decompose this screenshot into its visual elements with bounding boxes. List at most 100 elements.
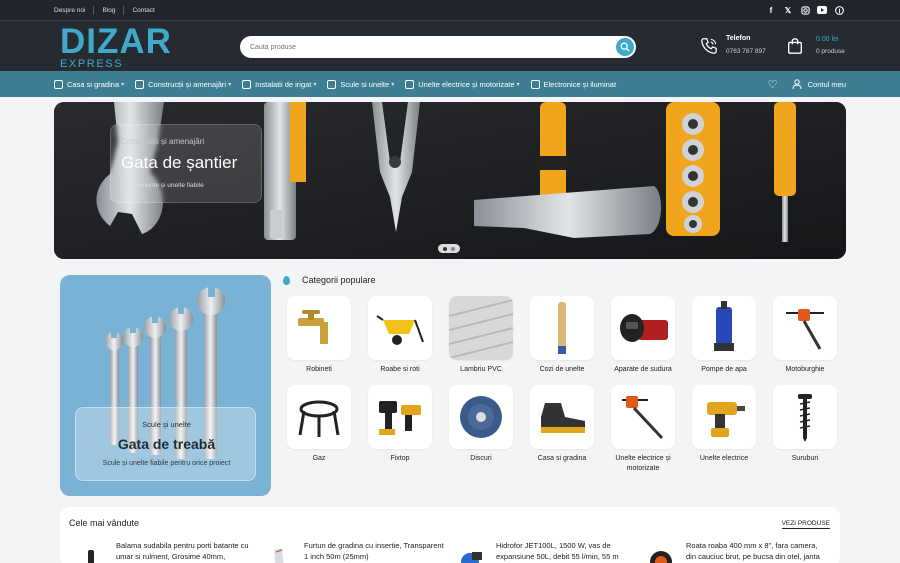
home-icon xyxy=(54,79,63,89)
categories-heading: Categorii populare xyxy=(283,275,376,285)
category-item[interactable]: Unelte electrice xyxy=(692,385,756,464)
screw-icon xyxy=(773,385,837,449)
divider xyxy=(123,6,125,15)
category-item[interactable]: Fixtop xyxy=(368,385,432,464)
bestsellers-title: Cele mai vândute xyxy=(69,518,140,528)
nav-label: Casa si gradina xyxy=(67,79,120,89)
product-title: Balama sudabila pentru porti batante cu … xyxy=(116,541,249,561)
product-image xyxy=(88,550,94,563)
nav-items: Casa si gradina ▾ Construcții și amenajăr… xyxy=(54,71,627,97)
lightbulb-icon xyxy=(405,79,415,89)
see-products-link[interactable]: VEZI PRODUSE xyxy=(781,520,830,529)
product-image xyxy=(274,548,284,563)
hero-kicker: Construcții și amenajări xyxy=(121,137,205,146)
drill-icon xyxy=(692,385,756,449)
slider-dots xyxy=(438,244,460,253)
link-blog[interactable]: Blog xyxy=(102,7,115,14)
search-bar xyxy=(240,36,636,58)
product-image xyxy=(650,551,672,563)
bulb-icon xyxy=(530,79,540,89)
instagram-icon[interactable] xyxy=(800,5,810,15)
link-about[interactable]: Despre noi xyxy=(54,7,85,14)
category-item[interactable]: Lambriu PVC xyxy=(449,296,513,375)
nav-item-casa-gradina[interactable]: Casa si gradina ▾ xyxy=(54,79,124,89)
category-label: Gaz xyxy=(312,455,326,462)
cart-count: 0 produse xyxy=(816,48,845,55)
divider xyxy=(93,6,95,15)
phone-icon xyxy=(701,38,717,54)
flap-disc-icon xyxy=(449,385,513,449)
nav-item-electronice[interactable]: Electronice și iluminat xyxy=(530,79,616,89)
category-item[interactable]: Aparate de sudura xyxy=(611,296,675,375)
hero-slider[interactable]: Construcții și amenajări Gata de șantier… xyxy=(54,102,846,259)
facebook-icon[interactable]: f xyxy=(766,5,776,15)
chevron-down-icon: ▾ xyxy=(516,81,520,88)
search-icon xyxy=(620,42,630,52)
sprinkler-icon xyxy=(242,79,252,89)
promo-caption: Scule și unelte Gata de treabă Scule și … xyxy=(75,407,256,481)
water-drop-icon xyxy=(283,275,290,285)
category-label: Aparate de sudura xyxy=(614,366,672,373)
top-bar: Despre noi Blog Contact f 𝕏 xyxy=(0,0,900,21)
nav-item-irigat[interactable]: Instalatii de irigat ▾ xyxy=(242,79,317,89)
promo-banner[interactable]: Scule și unelte Gata de treabă Scule și … xyxy=(60,275,271,496)
category-label: Pompe de apa xyxy=(701,366,747,373)
pinterest-icon[interactable] xyxy=(834,5,844,15)
gas-burner-icon xyxy=(287,385,351,449)
category-label: Unelte electrice și motorizate xyxy=(615,455,671,472)
category-item[interactable]: Gaz xyxy=(287,385,351,464)
category-label: Motoburghie xyxy=(785,366,825,373)
earth-auger-icon xyxy=(773,296,837,360)
water-pump-icon xyxy=(692,296,756,360)
slider-dot[interactable] xyxy=(443,246,447,251)
category-label: Suruburi xyxy=(791,455,819,462)
promo-kicker: Scule și unelte xyxy=(142,420,191,429)
promo-subtitle: Scule și unelte fiabile pentru orice pro… xyxy=(102,460,231,467)
product-title: Furtun de gradina cu insertie, Transpare… xyxy=(304,541,444,561)
category-item[interactable]: Cozi de unelte xyxy=(530,296,594,375)
category-label: Lambriu PVC xyxy=(460,366,502,373)
account-link[interactable]: Contul meu xyxy=(792,79,846,89)
category-label: Robineti xyxy=(306,366,332,373)
logo-main-text: DIZAR xyxy=(60,22,172,61)
hero-title: Gata de șantier xyxy=(121,153,238,172)
category-item[interactable]: Unelte electrice și motorizate xyxy=(611,385,675,474)
product-title: Roata roaba 400 mm x 8", fara camera, di… xyxy=(686,541,820,561)
nav-right: ♡ Contul meu xyxy=(768,71,846,97)
auger-icon xyxy=(611,385,675,449)
category-item[interactable]: Discuri xyxy=(449,385,513,464)
category-item[interactable]: Casa si gradina xyxy=(530,385,594,464)
chevron-down-icon: ▾ xyxy=(228,81,232,88)
pvc-panel-icon xyxy=(449,296,513,360)
category-item[interactable]: Motoburghie xyxy=(773,296,837,375)
youtube-icon[interactable] xyxy=(817,5,827,15)
logo[interactable]: DIZAR EXPRESS CARGO xyxy=(60,22,175,82)
x-icon[interactable]: 𝕏 xyxy=(783,5,793,15)
wishlist-heart-icon[interactable]: ♡ xyxy=(768,78,778,91)
phone-number: 0763 787 897 xyxy=(726,48,766,55)
search-button[interactable] xyxy=(616,38,634,56)
nav-label: Construcții și amenajări xyxy=(148,79,227,89)
link-contact[interactable]: Contact xyxy=(132,7,154,14)
category-item[interactable]: Suruburi xyxy=(773,385,837,464)
category-item[interactable]: Robineti xyxy=(287,296,351,375)
wheelbarrow-icon xyxy=(368,296,432,360)
nav-item-constructii[interactable]: Construcții și amenajări ▾ xyxy=(135,79,232,89)
nav-label: Instalatii de irigat xyxy=(255,79,312,89)
safety-boot-icon xyxy=(530,385,594,449)
bestsellers-section: Cele mai vândute VEZI PRODUSE Balama sud… xyxy=(60,507,840,563)
category-item[interactable]: Roabe si roti xyxy=(368,296,432,375)
chevron-down-icon: ▾ xyxy=(391,81,395,88)
toolbox-icon xyxy=(327,79,337,89)
slider-dot[interactable] xyxy=(451,246,455,251)
nav-label: Scule si unelte xyxy=(340,79,390,89)
nav-item-scule[interactable]: Scule si unelte ▾ xyxy=(327,79,395,89)
nav-item-unelte-electrice[interactable]: Unelte electrice și motorizate ▾ xyxy=(405,79,520,89)
category-label: Cozi de unelte xyxy=(539,366,585,373)
category-item[interactable]: Pompe de apa xyxy=(692,296,756,375)
category-label: Unelte electrice xyxy=(699,455,749,462)
search-input[interactable] xyxy=(240,36,610,58)
main-nav: Casa si gradina ▾ Construcții și amenajăr… xyxy=(0,71,900,97)
chevron-down-icon: ▾ xyxy=(313,81,317,88)
product-title: Hidrofor JET100L, 1500 W, vas de expansi… xyxy=(496,541,619,561)
